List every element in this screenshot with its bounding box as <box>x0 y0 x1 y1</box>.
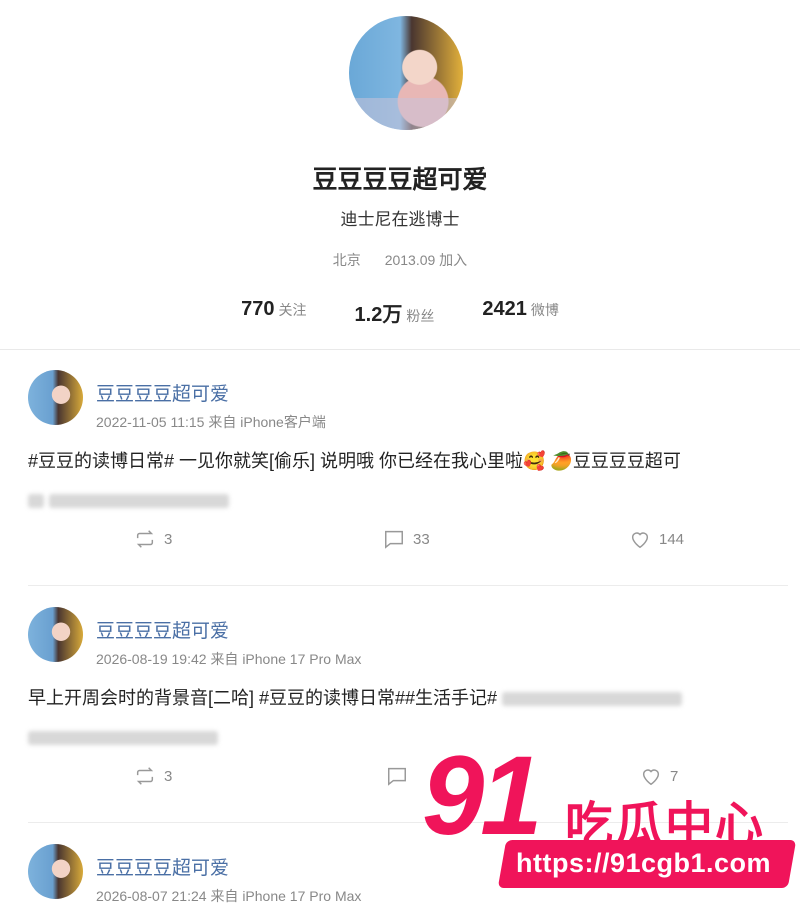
watermark-url: https://91cgb1.com <box>516 848 772 878</box>
post-time: 2026-08-07 21:24 <box>96 888 207 904</box>
profile-joined: 2013.09 加入 <box>384 252 468 268</box>
post-avatar[interactable] <box>28 844 83 899</box>
post-source: 来自 iPhone 17 Pro Max <box>210 888 362 904</box>
stat-followers[interactable]: 1.2万 粉丝 <box>355 298 435 327</box>
post-author[interactable]: 豆豆豆豆超可爱 <box>96 379 229 406</box>
comment-icon <box>388 767 406 786</box>
post-time: 2022-11-05 11:15 <box>96 414 205 430</box>
profile-avatar[interactable] <box>349 16 463 130</box>
stat-posts[interactable]: 2421 微博 <box>482 298 559 327</box>
like-icon <box>631 532 649 549</box>
like-count: 144 <box>659 530 685 548</box>
post-meta: 2022-11-05 11:15 来自 iPhone客户端 <box>96 412 326 432</box>
profile-stats: 770 关注 1.2万 粉丝 2421 微博 <box>0 298 800 327</box>
stat-posts-label: 微博 <box>530 302 559 318</box>
blurred-link <box>28 494 44 509</box>
profile-bio: 迪士尼在逃博士 <box>340 210 460 229</box>
repost-icon <box>136 767 154 785</box>
like-button[interactable]: 144 <box>629 528 684 550</box>
comment-button[interactable] <box>386 765 408 787</box>
stat-following-num: 770 <box>241 298 275 320</box>
profile-header: 豆豆豆豆超可爱 迪士尼在逃博士 北京 2013.09 加入 770 关注 1.2万… <box>0 0 800 350</box>
post-avatar[interactable] <box>28 370 83 425</box>
comment-button[interactable]: 33 <box>383 528 430 550</box>
profile-location: 北京 <box>332 252 361 268</box>
profile-meta: 北京 2013.09 加入 <box>0 250 800 270</box>
blurred-link <box>502 692 683 707</box>
post-text: #豆豆的读博日常# 一见你就笑[偷乐] 说明哦 你已经在我心里啦🥰 🥭豆豆豆豆超… <box>28 442 788 520</box>
post-author[interactable]: 豆豆豆豆超可爱 <box>96 853 229 880</box>
repost-count: 3 <box>164 767 173 785</box>
post-separator <box>28 585 788 586</box>
post-avatar[interactable] <box>28 607 83 662</box>
post-actions: 3 33 144 <box>0 528 800 558</box>
stat-posts-num: 2421 <box>482 298 527 320</box>
comment-icon <box>385 530 403 549</box>
watermark: 91 吃瓜中心 https://91cgb1.com <box>420 740 800 911</box>
post-source: 来自 iPhone客户端 <box>208 414 326 430</box>
stat-followers-label: 粉丝 <box>406 308 435 324</box>
watermark-number: 91 <box>422 733 543 858</box>
blurred-link <box>28 731 218 746</box>
repost-button[interactable]: 3 <box>134 528 172 550</box>
profile-name: 豆豆豆豆超可爱 <box>312 166 488 194</box>
post-meta: 2026-08-19 19:42 来自 iPhone 17 Pro Max <box>96 649 361 669</box>
stat-followers-num: 1.2万 <box>354 304 403 326</box>
post-author[interactable]: 豆豆豆豆超可爱 <box>96 616 229 643</box>
post-meta: 2026-08-07 21:24 来自 iPhone 17 Pro Max <box>96 886 361 906</box>
post-source: 来自 iPhone 17 Pro Max <box>210 651 362 667</box>
repost-count: 3 <box>164 530 173 548</box>
post-item: 豆豆豆豆超可爱 2022-11-05 11:15 来自 iPhone客户端 #豆… <box>0 350 800 586</box>
post-text-content: #豆豆的读博日常# 一见你就笑[偷乐] 说明哦 你已经在我心里啦🥰 🥭豆豆豆豆超… <box>28 451 681 471</box>
blurred-link <box>49 494 230 509</box>
stat-following-label: 关注 <box>278 302 307 318</box>
repost-icon <box>136 530 154 548</box>
post-text-content: 早上开周会时的背景音[二哈] #豆豆的读博日常##生活手记# <box>28 688 498 708</box>
post-time: 2026-08-19 19:42 <box>96 651 207 667</box>
repost-button[interactable]: 3 <box>134 765 172 787</box>
comment-count: 33 <box>413 530 430 548</box>
stat-following[interactable]: 770 关注 <box>241 298 306 327</box>
